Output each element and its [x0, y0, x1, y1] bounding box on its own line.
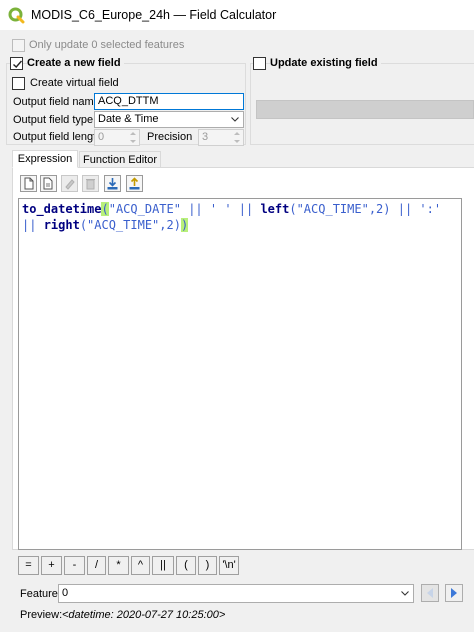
arrow-left-icon — [427, 588, 433, 598]
output-field-type-value: Date & Time — [98, 113, 159, 125]
create-new-field-label: Create a new field — [27, 57, 124, 69]
update-existing-field-label: Update existing field — [270, 57, 381, 69]
output-field-type-label: Output field type — [13, 114, 94, 126]
output-field-length-value: 0 — [98, 131, 105, 143]
output-field-name-label: Output field name — [13, 96, 100, 108]
operator-button[interactable]: / — [87, 556, 106, 575]
output-field-length-label: Output field length — [13, 131, 103, 143]
operator-button[interactable]: * — [108, 556, 129, 575]
operator-button[interactable]: ( — [176, 556, 196, 575]
output-field-length-spinbox[interactable]: 0 — [94, 129, 140, 146]
operator-button[interactable]: - — [64, 556, 85, 575]
feature-select[interactable]: 0 — [58, 584, 414, 603]
feature-label: Feature — [20, 588, 58, 600]
only-update-label: Only update 0 selected features — [29, 39, 185, 51]
create-new-field-checkbox[interactable] — [10, 57, 23, 70]
only-update-checkbox[interactable] — [12, 39, 25, 52]
expression-editor[interactable]: to_datetime("ACQ_DATE" || ' ' || left("A… — [18, 198, 462, 550]
expression-token: ("ACQ_TIME",2) || ':' — [289, 202, 442, 216]
expression-line-1: to_datetime("ACQ_DATE" || ' ' || left("A… — [22, 201, 461, 217]
operator-button[interactable]: ^ — [131, 556, 150, 575]
virtual-field-label: Create virtual field — [30, 77, 119, 89]
expression-token: || — [22, 218, 44, 232]
feature-value: 0 — [62, 587, 69, 599]
existing-field-combo[interactable] — [256, 100, 474, 119]
operator-button[interactable]: || — [152, 556, 174, 575]
arrow-right-icon — [451, 588, 457, 598]
precision-value: 3 — [202, 131, 209, 143]
export-icon[interactable] — [126, 175, 143, 192]
edit-icon[interactable] — [61, 175, 78, 192]
expression-token: "ACQ_DATE" || ' ' || — [108, 202, 261, 216]
expression-token: left — [260, 202, 290, 216]
operator-button[interactable]: = — [18, 556, 39, 575]
expression-token: to_datetime — [22, 202, 102, 216]
next-feature-button[interactable] — [445, 584, 463, 602]
tab-function-editor[interactable]: Function Editor — [79, 151, 161, 168]
chevron-down-icon — [401, 591, 409, 596]
preview-value: <datetime: 2020-07-27 10:25:00> — [62, 609, 226, 621]
precision-label: Precision — [147, 131, 193, 143]
operator-button[interactable]: '\n' — [219, 556, 239, 575]
output-field-type-select[interactable]: Date & Time — [94, 111, 244, 128]
precision-spinbox[interactable]: 3 — [198, 129, 244, 146]
tab-expression[interactable]: Expression — [12, 150, 78, 168]
update-existing-field-checkbox[interactable] — [253, 57, 266, 70]
virtual-field-checkbox[interactable] — [12, 77, 25, 90]
expression-token: ( — [101, 202, 109, 216]
preview-label: Preview: — [20, 609, 63, 621]
qgis-logo-icon — [8, 7, 25, 23]
title-bar: MODIS_C6_Europe_24h — Field Calculator — [0, 0, 474, 30]
expression-token: ) — [180, 218, 189, 232]
open-file-icon[interactable] — [40, 175, 57, 192]
chevron-down-icon — [231, 117, 239, 122]
spin-arrows-icon — [232, 130, 242, 145]
new-file-icon[interactable] — [20, 175, 37, 192]
operator-button[interactable]: + — [41, 556, 62, 575]
window-title: MODIS_C6_Europe_24h — Field Calculator — [31, 8, 277, 22]
checkmark-icon — [13, 60, 23, 69]
previous-feature-button[interactable] — [421, 584, 439, 602]
operator-button[interactable]: ) — [198, 556, 217, 575]
spin-arrows-icon — [128, 130, 138, 145]
expression-token: ("ACQ_TIME",2) — [79, 218, 181, 232]
save-icon[interactable] — [104, 175, 121, 192]
expression-line-2: || right("ACQ_TIME",2)) — [22, 217, 461, 233]
delete-icon[interactable] — [82, 175, 99, 192]
output-field-name-input[interactable]: ACQ_DTTM — [94, 93, 244, 110]
expression-token: right — [43, 218, 80, 232]
